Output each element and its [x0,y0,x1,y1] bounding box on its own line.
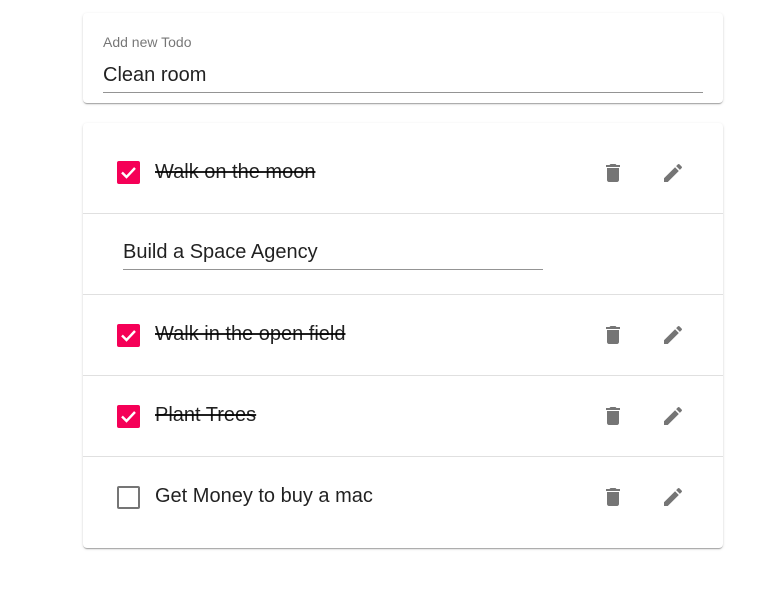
add-todo-card: Add new Todo [83,13,723,103]
todo-item: Walk on the moon [83,123,723,214]
todo-item-editing [83,214,723,295]
edit-todo-input[interactable] [123,236,543,270]
todo-checkbox[interactable] [117,486,140,509]
todo-text: Get Money to buy a mac [155,485,373,507]
todo-item: Plant Trees [83,376,723,457]
todo-text: Walk in the open field [155,323,346,345]
trash-icon [606,326,620,344]
trash-icon [606,407,620,425]
check-icon [121,330,136,342]
edit-button[interactable] [653,153,693,193]
todo-checkbox[interactable] [117,324,140,347]
edit-button[interactable] [653,477,693,517]
edit-button[interactable] [653,396,693,436]
todo-text: Walk on the moon [155,161,316,183]
delete-button[interactable] [593,315,633,355]
todo-checkbox[interactable] [117,161,140,184]
todo-item: Get Money to buy a mac [83,457,723,548]
edit-button[interactable] [653,315,693,355]
pencil-icon [664,487,683,506]
todo-checkbox[interactable] [117,405,140,428]
trash-icon [606,164,620,182]
pencil-icon [664,325,683,344]
add-todo-label: Add new Todo [103,34,192,50]
delete-button[interactable] [593,396,633,436]
check-icon [121,167,136,179]
todo-item: Walk in the open field [83,295,723,376]
todo-list: Walk on the moon Walk in the open field … [83,123,723,548]
todo-text: Plant Trees [155,404,257,426]
delete-button[interactable] [593,477,633,517]
pencil-icon [664,163,683,182]
pencil-icon [664,406,683,425]
trash-icon [606,488,620,506]
check-icon [121,411,136,423]
delete-button[interactable] [593,153,633,193]
add-todo-input[interactable] [103,59,703,93]
